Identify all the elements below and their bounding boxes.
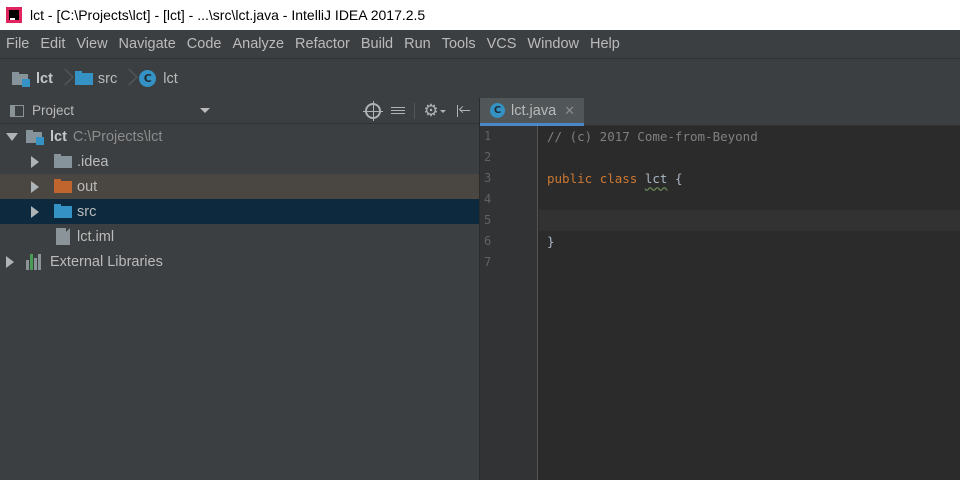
open-brace: { <box>674 171 683 186</box>
close-brace: } <box>547 234 555 249</box>
tree-item-label: src <box>77 203 97 220</box>
menu-code[interactable]: Code <box>187 36 222 52</box>
tree-item-project-root[interactable]: lct C:\Projects\lct <box>0 124 479 149</box>
tree-item-iml[interactable]: lct.iml <box>0 224 479 249</box>
chevron-down-icon[interactable] <box>200 108 210 113</box>
source-folder-icon <box>54 204 72 219</box>
tree-item-label: .idea <box>77 153 109 170</box>
breadcrumb-separator-icon <box>59 68 69 90</box>
tree-item-idea[interactable]: .idea <box>0 149 479 174</box>
module-folder-icon <box>26 129 44 145</box>
breadcrumb-item-src[interactable]: src <box>74 70 118 87</box>
menu-build[interactable]: Build <box>361 36 393 52</box>
window-titlebar: lct - [C:\Projects\lct] - [lct] - ...\sr… <box>0 0 960 30</box>
collapsed-arrow-icon[interactable] <box>6 255 14 268</box>
menu-run[interactable]: Run <box>404 36 431 52</box>
tree-item-src[interactable]: src <box>0 199 479 224</box>
class-icon: C <box>139 70 157 87</box>
menu-edit[interactable]: Edit <box>40 36 65 52</box>
menu-navigate[interactable]: Navigate <box>119 36 176 52</box>
tab-label: lct.java <box>511 102 557 119</box>
tree-item-out[interactable]: out <box>0 174 479 199</box>
libraries-icon <box>26 253 44 270</box>
breadcrumb: lct src C lct <box>0 58 960 98</box>
collapsed-arrow-icon[interactable] <box>31 180 39 193</box>
code-line-7[interactable] <box>539 252 960 273</box>
menu-file[interactable]: File <box>6 36 29 52</box>
gear-dropdown-arrow-icon[interactable] <box>440 110 446 113</box>
class-icon: C <box>490 103 505 118</box>
excluded-folder-icon <box>54 179 72 194</box>
project-panel-header: Project ⚙ <box>0 98 479 124</box>
intellij-app-icon <box>6 7 22 23</box>
collapsed-arrow-icon[interactable] <box>31 155 39 168</box>
code-line-5-current[interactable] <box>539 210 960 231</box>
breadcrumb-label: lct <box>36 70 53 87</box>
tree-item-label: lct <box>50 128 67 145</box>
tree-item-external-libraries[interactable]: External Libraries <box>0 249 479 274</box>
project-tree: lct C:\Projects\lct .idea out src lct.im… <box>0 124 479 274</box>
code-line-4[interactable] <box>539 189 960 210</box>
window-title: lct - [C:\Projects\lct] - [lct] - ...\sr… <box>30 7 426 23</box>
menu-refactor[interactable]: Refactor <box>295 36 350 52</box>
code-editor[interactable]: // (c) 2017 Come-from-Beyond public clas… <box>539 126 960 480</box>
code-line-3[interactable]: public class lct { <box>539 168 960 189</box>
collapse-all-icon[interactable] <box>390 103 406 119</box>
toolbar-divider <box>414 103 415 119</box>
code-line-2[interactable] <box>539 147 960 168</box>
project-view-selector[interactable]: Project <box>32 103 74 118</box>
code-comment: // (c) 2017 Come-from-Beyond <box>547 129 758 144</box>
menu-bar: File Edit View Navigate Code Analyze Ref… <box>0 30 960 58</box>
menu-tools[interactable]: Tools <box>442 36 476 52</box>
breadcrumb-item-class[interactable]: C lct <box>139 70 178 87</box>
breadcrumb-label: lct <box>163 70 178 87</box>
editor-area: C lct.java ✕ 1 2 3 4 5 6 7 // (c) 2017 C… <box>480 98 960 480</box>
line-number: 4 <box>484 192 492 206</box>
line-number: 5 <box>484 213 492 227</box>
line-number: 2 <box>484 150 492 164</box>
menu-view[interactable]: View <box>76 36 107 52</box>
line-number: 3 <box>484 171 492 185</box>
expand-arrow-icon[interactable] <box>6 132 18 141</box>
project-view-icon <box>10 104 24 117</box>
hide-panel-icon[interactable] <box>456 103 472 119</box>
folder-icon <box>54 154 72 169</box>
menu-help[interactable]: Help <box>590 36 620 52</box>
file-icon <box>56 228 70 245</box>
editor-tab-bar: C lct.java ✕ <box>480 98 960 126</box>
tree-item-path: C:\Projects\lct <box>72 128 163 145</box>
breadcrumb-separator-icon <box>123 68 133 90</box>
class-name: lct <box>644 171 668 186</box>
tree-item-label: out <box>77 178 98 195</box>
line-number: 6 <box>484 234 492 248</box>
keyword-public: public <box>547 171 593 186</box>
keyword-class: class <box>599 171 638 186</box>
menu-vcs[interactable]: VCS <box>487 36 517 52</box>
scroll-from-source-icon[interactable] <box>363 101 383 121</box>
line-number-gutter: 1 2 3 4 5 6 7 <box>480 126 538 480</box>
line-number: 7 <box>484 255 492 269</box>
code-line-1[interactable]: // (c) 2017 Come-from-Beyond <box>539 126 960 147</box>
project-tool-window: Project ⚙ lct C:\Projects\lct .idea out <box>0 98 480 480</box>
tree-item-label: External Libraries <box>50 253 163 270</box>
collapsed-arrow-icon[interactable] <box>31 205 39 218</box>
line-number: 1 <box>484 129 492 143</box>
breadcrumb-label: src <box>97 70 118 87</box>
source-folder-icon <box>74 71 93 86</box>
gear-icon[interactable]: ⚙ <box>423 102 439 119</box>
tree-item-label: lct.iml <box>77 228 115 245</box>
close-icon[interactable]: ✕ <box>564 103 575 119</box>
breadcrumb-item-project[interactable]: lct <box>12 71 53 87</box>
code-line-6[interactable]: } <box>539 231 960 252</box>
menu-analyze[interactable]: Analyze <box>232 36 284 52</box>
tab-lct-java[interactable]: C lct.java ✕ <box>480 98 584 126</box>
module-folder-icon <box>12 71 30 87</box>
menu-window[interactable]: Window <box>527 36 579 52</box>
